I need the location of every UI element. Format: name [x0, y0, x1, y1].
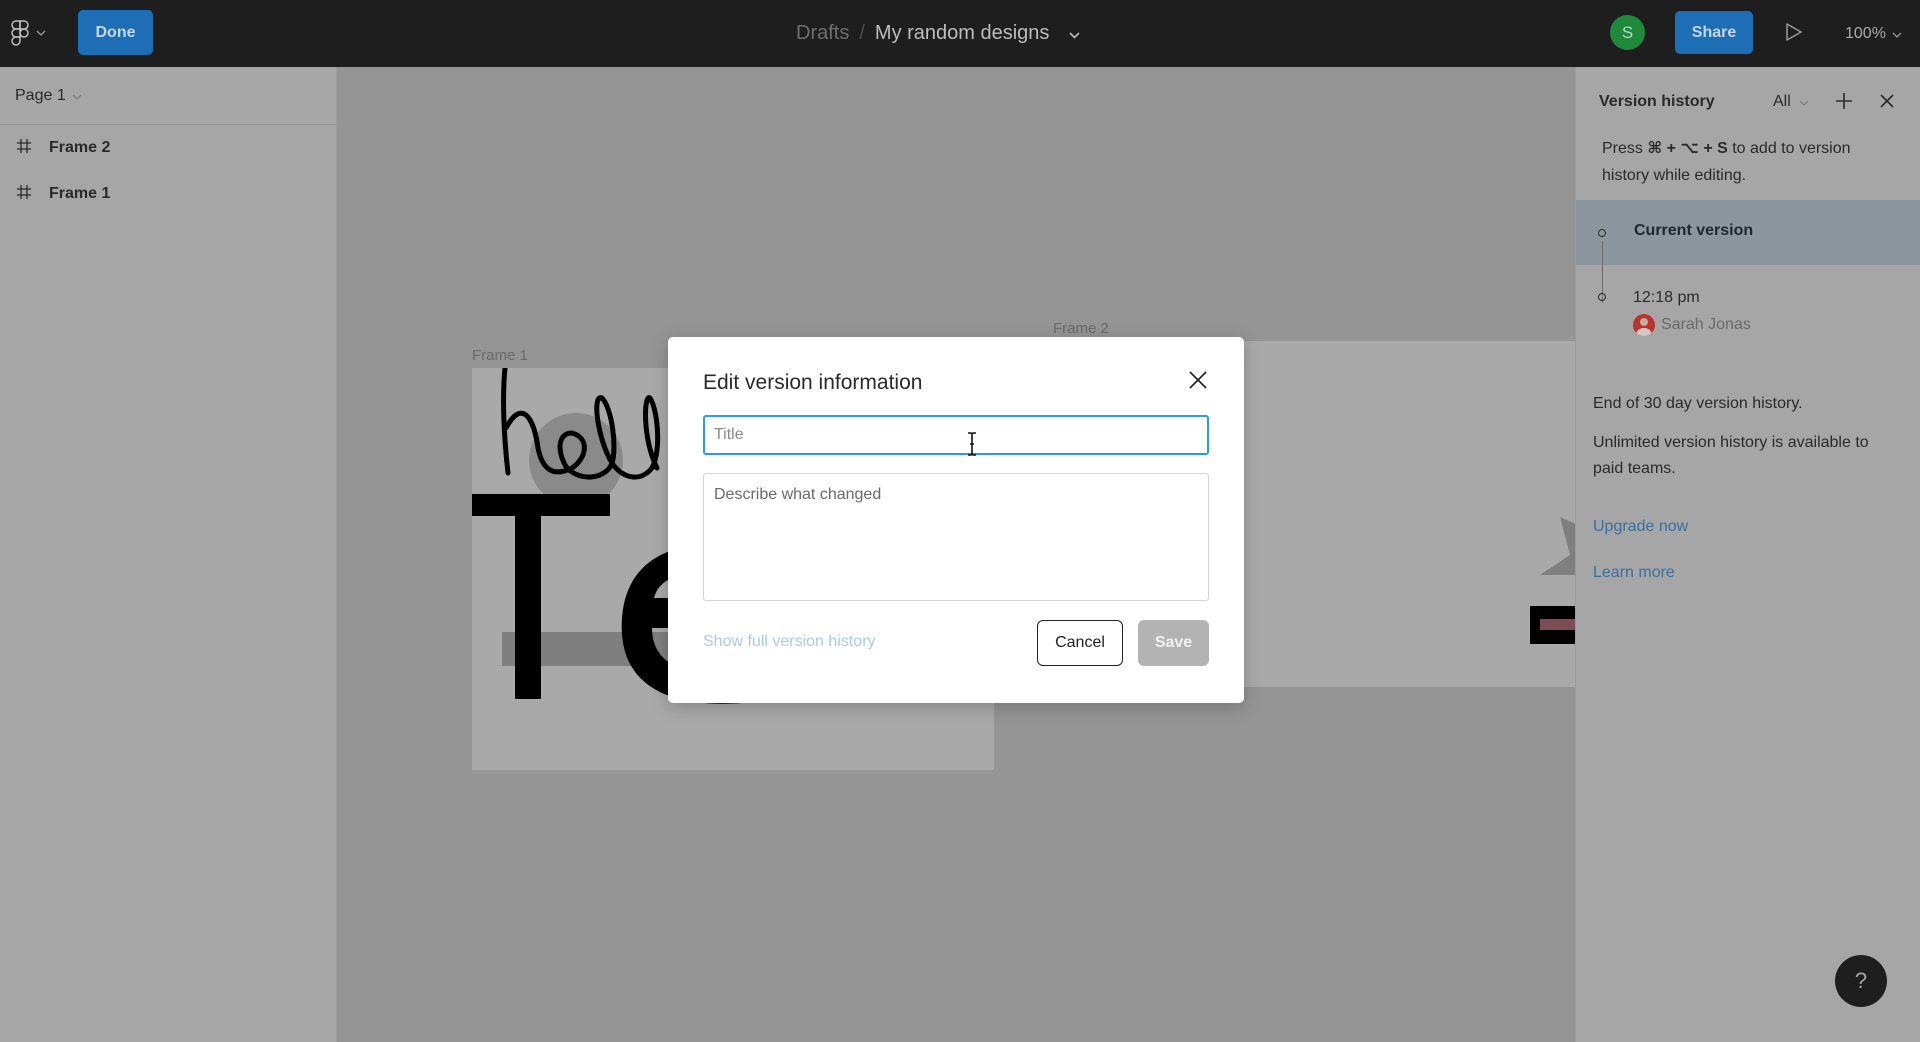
upgrade-now-link[interactable]: Upgrade now — [1593, 518, 1688, 536]
letter-t-stem — [515, 494, 541, 699]
chevron-down-icon — [1799, 93, 1809, 111]
file-menu-chevron-icon[interactable] — [1069, 22, 1081, 45]
layer-label: Frame 2 — [49, 139, 111, 156]
main-menu-button[interactable] — [10, 20, 50, 46]
dialog-close-button[interactable] — [1188, 370, 1208, 390]
page-name: Page 1 — [15, 87, 66, 104]
frame-2[interactable] — [1240, 341, 1575, 687]
current-version-item[interactable]: Current version — [1576, 200, 1920, 265]
page-selector[interactable]: Page 1 — [15, 87, 82, 105]
version-description-textarea[interactable] — [703, 473, 1209, 601]
edit-version-dialog: Edit version information Show full versi… — [668, 337, 1244, 703]
zoom-level: 100% — [1845, 24, 1886, 42]
layer-label: Frame 1 — [49, 185, 111, 202]
upgrade-notice: Unlimited version history is available t… — [1593, 434, 1869, 477]
learn-more-link[interactable]: Learn more — [1593, 564, 1675, 582]
version-title-input[interactable] — [703, 415, 1209, 455]
chevron-down-icon — [36, 30, 46, 36]
save-button[interactable]: Save — [1138, 620, 1209, 666]
play-icon — [1785, 23, 1803, 46]
cancel-button[interactable]: Cancel — [1037, 620, 1123, 666]
zoom-dropdown[interactable]: 100% — [1845, 0, 1902, 67]
breadcrumb: Drafts / My random designs — [796, 0, 1081, 67]
chevron-shape — [1540, 517, 1575, 575]
add-version-button[interactable] — [1834, 91, 1856, 113]
chevron-down-icon — [72, 87, 82, 105]
show-full-history-link[interactable]: Show full version history — [703, 633, 876, 651]
frame-hash-icon — [16, 184, 36, 205]
file-name[interactable]: My random designs — [875, 22, 1050, 45]
frame-1-label[interactable]: Frame 1 — [472, 347, 528, 364]
user-avatar[interactable]: S — [1610, 15, 1645, 50]
filter-value: All — [1773, 93, 1791, 110]
breadcrumb-drafts[interactable]: Drafts — [796, 22, 849, 45]
breadcrumb-separator: / — [859, 22, 865, 44]
layer-item-frame-2[interactable]: Frame 2 — [0, 128, 337, 168]
plus-icon — [1834, 93, 1854, 115]
top-toolbar: Done Drafts / My random designs S Share … — [0, 0, 1920, 67]
author-name: Sarah Jonas — [1661, 316, 1751, 333]
dialog-title: Edit version information — [703, 371, 923, 394]
panel-title: Version history — [1599, 93, 1715, 110]
figma-logo-icon — [10, 20, 30, 46]
help-button[interactable]: ? — [1835, 955, 1887, 1007]
version-history-panel: Version history All Press ⌘ + ⌥ + S to a… — [1575, 67, 1920, 1042]
close-icon — [1879, 94, 1895, 113]
hint-keys: ⌘ + ⌥ + S — [1647, 140, 1728, 157]
divider — [0, 124, 337, 125]
end-of-history-notice: End of 30 day version history. — [1593, 395, 1803, 412]
text-cursor-icon — [966, 432, 978, 456]
version-item[interactable]: 12:18 pm Sarah Jonas — [1576, 267, 1920, 337]
layers-panel: Page 1 Frame 2 Frame 1 — [0, 67, 337, 1042]
present-button[interactable] — [1785, 22, 1807, 44]
done-button[interactable]: Done — [78, 10, 153, 55]
timeline-dot-icon — [1598, 229, 1606, 237]
author-avatar-icon — [1633, 314, 1655, 336]
pink-bar-shape — [1540, 619, 1575, 630]
frame-2-artwork — [1530, 517, 1575, 644]
version-author: Sarah Jonas — [1633, 314, 1751, 336]
hint-prefix: Press — [1602, 140, 1643, 157]
current-version-label: Current version — [1634, 222, 1754, 239]
chevron-down-icon — [1892, 25, 1902, 43]
shortcut-hint: Press ⌘ + ⌥ + S to add to version histor… — [1602, 135, 1902, 189]
close-icon — [1188, 371, 1208, 394]
close-panel-button[interactable] — [1879, 93, 1897, 111]
frame-2-label[interactable]: Frame 2 — [1053, 320, 1109, 337]
share-button[interactable]: Share — [1675, 11, 1753, 54]
frame-hash-icon — [16, 138, 36, 159]
layer-item-frame-1[interactable]: Frame 1 — [0, 174, 337, 214]
version-filter-dropdown[interactable]: All — [1773, 93, 1809, 111]
version-time: 12:18 pm — [1633, 289, 1700, 306]
